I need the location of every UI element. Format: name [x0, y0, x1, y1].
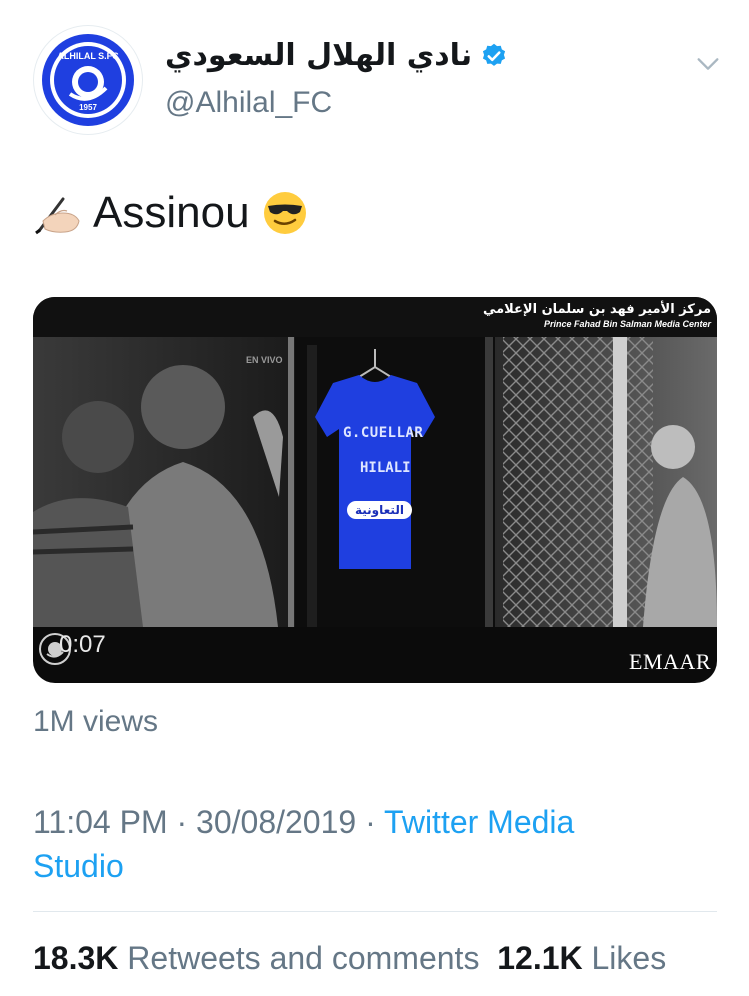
divider: [33, 911, 717, 912]
chevron-down-icon[interactable]: [694, 50, 722, 78]
author-name-row[interactable]: نادي الهلال السعودي: [165, 38, 508, 73]
handle[interactable]: @Alhilal_FC: [165, 86, 332, 120]
video-frame: مركز الأمير فهد بن سلمان الإعلامي Prince…: [33, 297, 717, 627]
media-center-watermark-ar: مركز الأمير فهد بن سلمان الإعلامي: [482, 302, 711, 317]
tweet-time[interactable]: 11:04 PM: [33, 804, 168, 840]
media-center-watermark-en: Prince Fahad Bin Salman Media Center: [543, 319, 711, 329]
jersey-name: G.CUELLAR: [343, 425, 424, 441]
tweet-body: Assinou: [93, 188, 250, 237]
tweet-date[interactable]: 30/08/2019: [196, 804, 356, 840]
sunglasses-emoji-icon: [263, 192, 306, 234]
tweet-stats: 18.3K Retweets and comments 12.1K Likes: [33, 940, 666, 977]
retweets-stat[interactable]: 18.3K Retweets and comments: [33, 940, 479, 976]
video-player[interactable]: مركز الأمير فهد بن سلمان الإعلامي Prince…: [33, 297, 717, 683]
verified-badge-icon: [483, 43, 506, 66]
alhilal-logo: ALHILAL S.FC 1957: [42, 34, 134, 126]
tweet-text: Assinou: [33, 188, 308, 238]
jersey-sub: HILALI: [360, 460, 411, 476]
tweet-meta: 11:04 PM · 30/08/2019 · Twitter Media St…: [33, 800, 673, 888]
retweets-count: 18.3K: [33, 940, 119, 976]
svg-text:ALHILAL S.FC: ALHILAL S.FC: [57, 51, 119, 61]
display-name[interactable]: نادي الهلال السعودي: [165, 38, 472, 73]
likes-label: Likes: [591, 940, 667, 976]
likes-stat[interactable]: 12.1K Likes: [497, 940, 666, 976]
svg-text:1957: 1957: [79, 103, 97, 112]
meta-separator: ·: [176, 804, 188, 840]
meta-separator-2: ·: [365, 804, 376, 840]
writing-hand-icon: [35, 197, 80, 235]
video-duration: 0:07: [59, 631, 106, 658]
retweets-label: Retweets and comments: [127, 940, 480, 976]
jersey-sponsor: التعاونية: [347, 501, 412, 519]
view-count: 1M views: [33, 705, 159, 738]
avatar[interactable]: ALHILAL S.FC 1957: [33, 25, 143, 135]
sponsor-brand: EMAAR: [629, 649, 711, 674]
en-vivo-label: EN VIVO: [246, 355, 283, 365]
likes-count: 12.1K: [497, 940, 583, 976]
